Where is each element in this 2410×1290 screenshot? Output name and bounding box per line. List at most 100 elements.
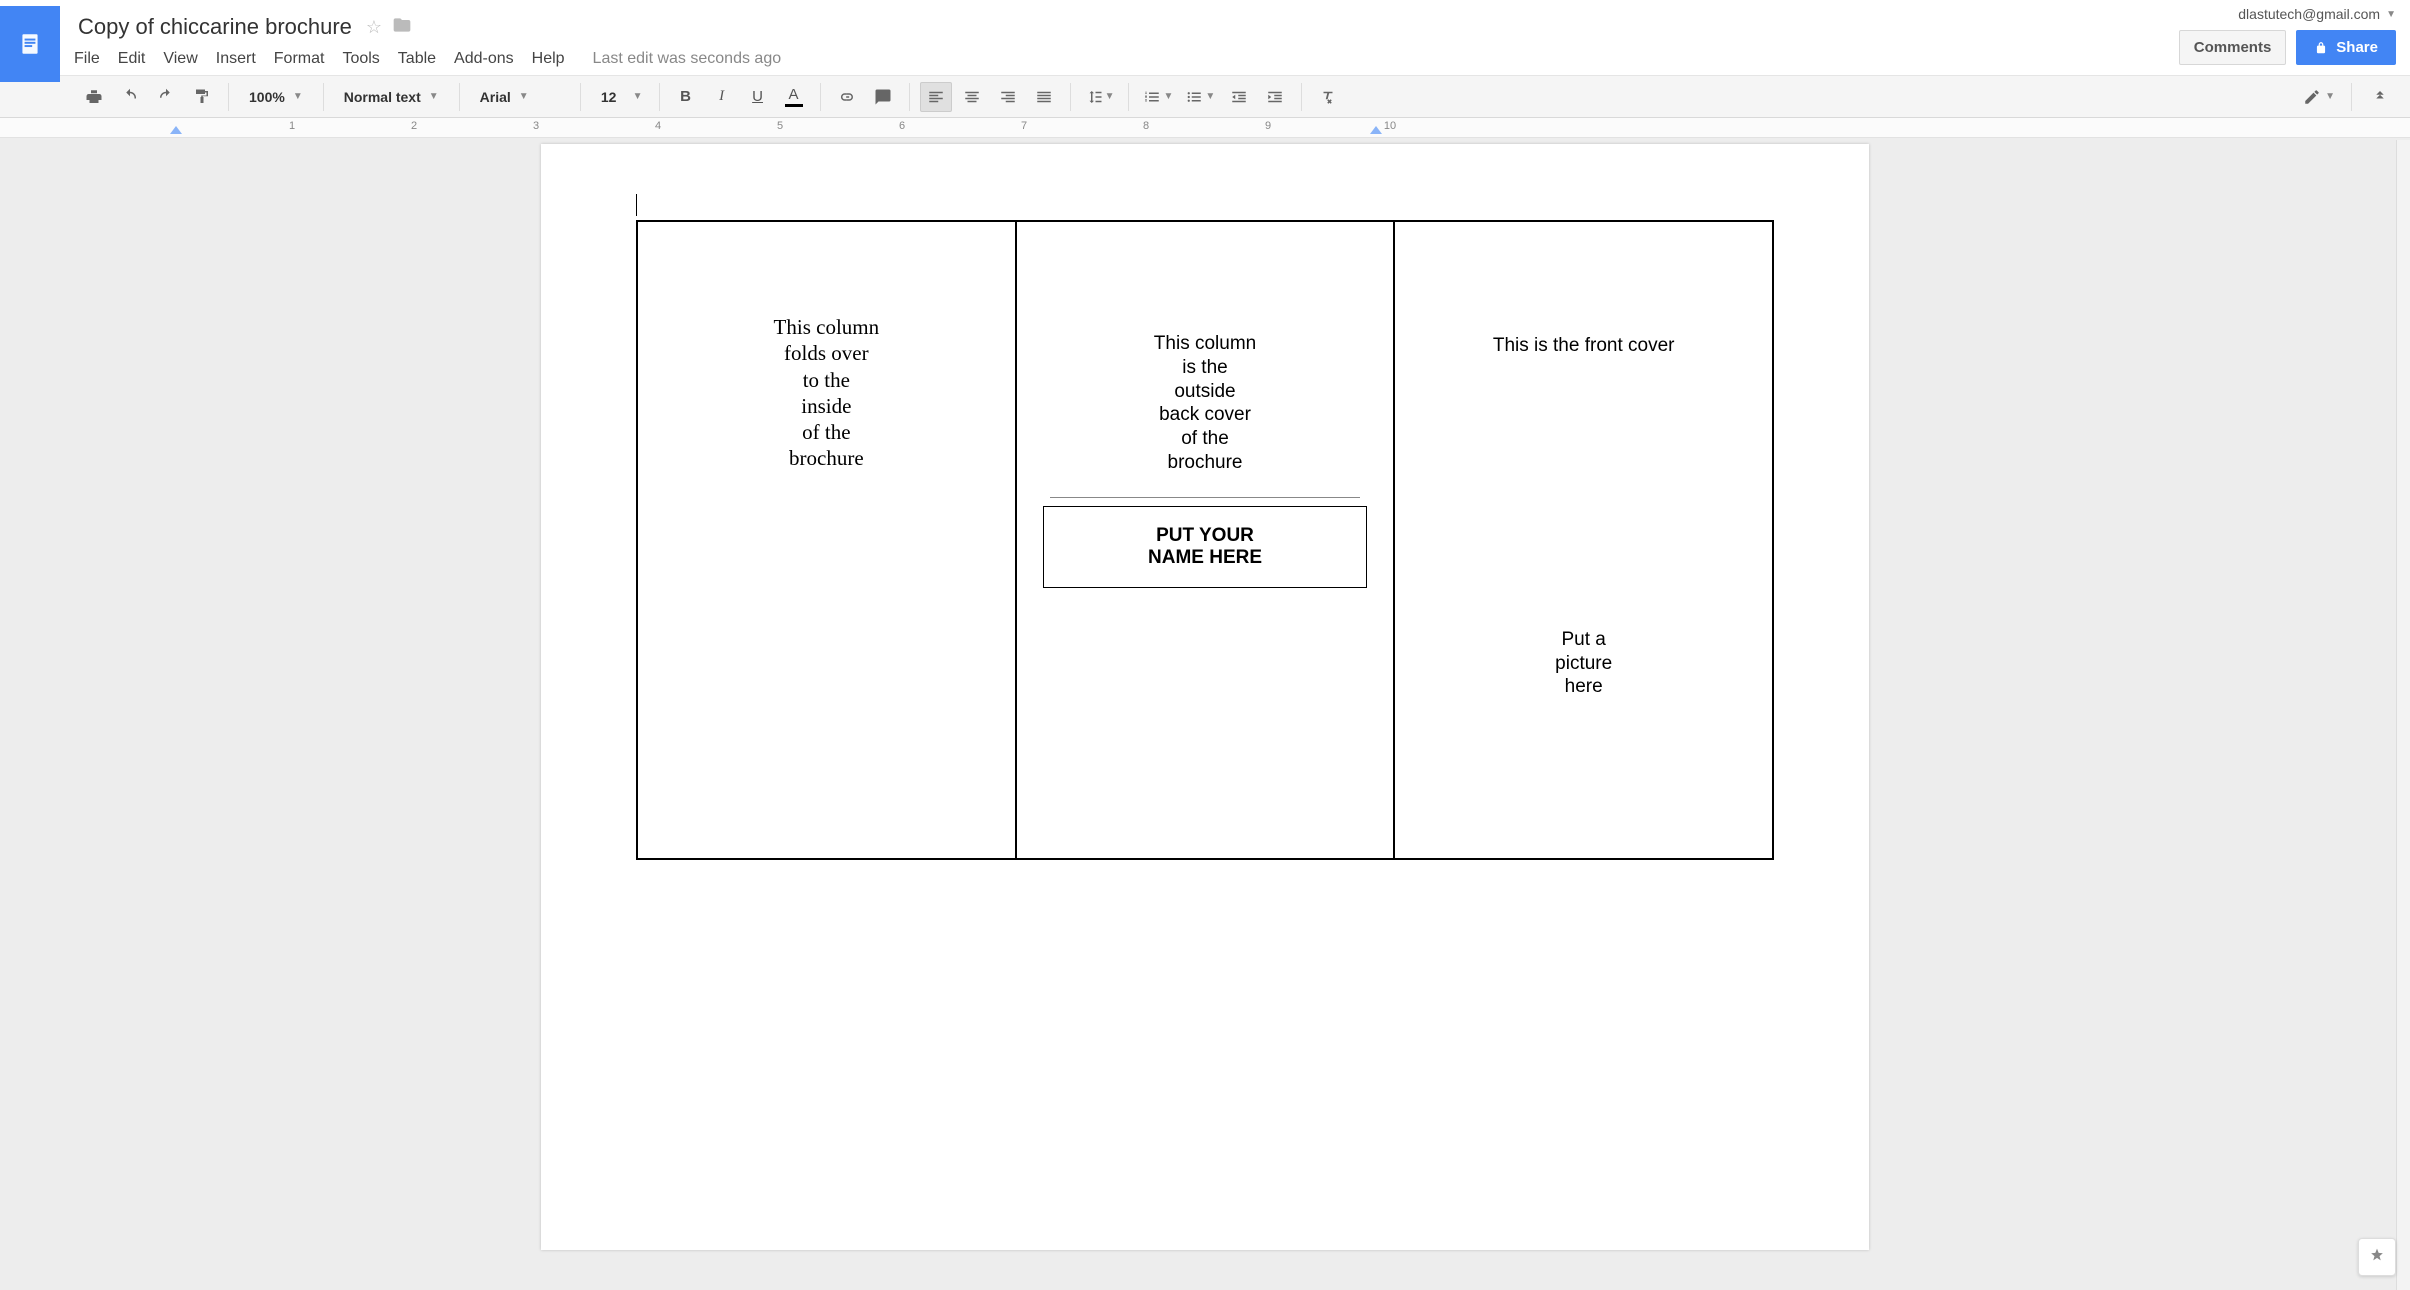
text-cursor <box>636 194 637 216</box>
redo-icon <box>157 88 175 106</box>
menu-view[interactable]: View <box>163 50 197 68</box>
share-button-label: Share <box>2336 39 2378 56</box>
redo-button[interactable] <box>150 82 182 112</box>
brochure-table[interactable]: This columnfolds overto theinsideof theb… <box>636 220 1774 860</box>
left-indent-marker[interactable] <box>170 126 182 134</box>
decrease-indent-icon <box>1230 88 1248 106</box>
underline-button[interactable]: U <box>742 82 774 112</box>
right-indent-marker[interactable] <box>1370 126 1382 134</box>
bulleted-list-icon <box>1185 88 1203 106</box>
font-size-input[interactable] <box>591 84 627 110</box>
ruler-number: 4 <box>655 120 661 132</box>
horizontal-ruler[interactable]: 12345678910 <box>0 118 2410 138</box>
menu-insert[interactable]: Insert <box>216 50 256 68</box>
col1-text[interactable]: This columnfolds overto theinsideof theb… <box>774 314 880 472</box>
align-right-button[interactable] <box>992 82 1024 112</box>
undo-icon <box>121 88 139 106</box>
text-color-button[interactable]: A <box>778 82 810 112</box>
caret-down-icon: ▼ <box>429 91 439 102</box>
caret-down-icon: ▼ <box>627 91 649 102</box>
caret-down-icon: ▼ <box>293 91 303 102</box>
ruler-number: 2 <box>411 120 417 132</box>
account-menu[interactable]: dlastutech@gmail.com ▼ <box>2238 6 2396 22</box>
line-spacing-icon <box>1085 88 1103 106</box>
col2-text[interactable]: This columnis theoutsideback coverof the… <box>1154 332 1256 475</box>
align-justify-icon <box>1035 88 1053 106</box>
explore-button[interactable] <box>2358 1238 2396 1276</box>
menu-help[interactable]: Help <box>532 50 565 68</box>
account-email-text: dlastutech@gmail.com <box>2238 6 2380 22</box>
caret-down-icon: ▼ <box>2386 9 2396 20</box>
caret-down-icon: ▼ <box>1163 91 1173 102</box>
menu-edit[interactable]: Edit <box>118 50 146 68</box>
vertical-scrollbar[interactable] <box>2396 140 2410 1290</box>
col3-title[interactable]: This is the front cover <box>1493 334 1675 358</box>
italic-button[interactable]: I <box>706 82 738 112</box>
move-to-folder-icon[interactable] <box>392 15 412 40</box>
chevron-up-icon <box>2371 88 2389 106</box>
ruler-number: 9 <box>1265 120 1271 132</box>
menu-table[interactable]: Table <box>398 50 436 68</box>
document-canvas[interactable]: This columnfolds overto theinsideof theb… <box>0 138 2410 1290</box>
bold-button[interactable]: B <box>670 82 702 112</box>
horizontal-rule <box>1050 497 1360 498</box>
paragraph-style-select[interactable]: Normal text ▼ <box>334 82 449 112</box>
font-size-control[interactable]: ▼ <box>591 84 649 110</box>
menu-format[interactable]: Format <box>274 50 325 68</box>
star-icon[interactable]: ☆ <box>366 17 382 38</box>
zoom-value: 100% <box>249 89 285 105</box>
menu-tools[interactable]: Tools <box>342 50 379 68</box>
text-color-icon: A <box>789 86 799 103</box>
share-button[interactable]: Share <box>2296 30 2396 65</box>
ruler-number: 10 <box>1384 120 1396 132</box>
undo-button[interactable] <box>114 82 146 112</box>
ruler-number: 8 <box>1143 120 1149 132</box>
align-right-icon <box>999 88 1017 106</box>
collapse-toolbar-button[interactable] <box>2364 82 2396 112</box>
underline-icon: U <box>752 88 763 105</box>
editing-mode-button[interactable]: ▼ <box>2299 82 2339 112</box>
docs-icon <box>17 28 43 60</box>
numbered-list-button[interactable]: ▼ <box>1139 82 1177 112</box>
ruler-number: 1 <box>289 120 295 132</box>
print-button[interactable] <box>78 82 110 112</box>
col3-picture-text[interactable]: Put apicturehere <box>1555 628 1612 699</box>
brochure-col-3[interactable]: This is the front cover Put apicturehere <box>1395 222 1772 858</box>
brochure-col-1[interactable]: This columnfolds overto theinsideof theb… <box>638 222 1017 858</box>
docs-logo[interactable] <box>0 6 60 82</box>
page[interactable]: This columnfolds overto theinsideof theb… <box>541 144 1869 1250</box>
document-title[interactable]: Copy of chiccarine brochure <box>74 12 356 42</box>
title-bar: Copy of chiccarine brochure ☆ File Edit … <box>0 0 2410 76</box>
zoom-select[interactable]: 100% ▼ <box>239 82 313 112</box>
decrease-indent-button[interactable] <box>1223 82 1255 112</box>
bold-icon: B <box>680 88 691 105</box>
pencil-icon <box>2303 88 2321 106</box>
last-edit-text[interactable]: Last edit was seconds ago <box>593 50 782 68</box>
comments-button[interactable]: Comments <box>2179 30 2287 65</box>
paragraph-style-value: Normal text <box>344 89 421 105</box>
name-box[interactable]: PUT YOURNAME HERE <box>1043 506 1367 588</box>
lock-icon <box>2314 41 2328 55</box>
bulleted-list-button[interactable]: ▼ <box>1181 82 1219 112</box>
toolbar: 100%▼ Normal text▼ Arial▼ ▼ B I U A ▼ ▼ … <box>0 76 2410 118</box>
caret-down-icon: ▼ <box>1205 91 1215 102</box>
menu-addons[interactable]: Add-ons <box>454 50 514 68</box>
insert-link-button[interactable] <box>831 82 863 112</box>
increase-indent-button[interactable] <box>1259 82 1291 112</box>
caret-down-icon: ▼ <box>1105 91 1115 102</box>
insert-comment-button[interactable] <box>867 82 899 112</box>
align-left-button[interactable] <box>920 82 952 112</box>
align-justify-button[interactable] <box>1028 82 1060 112</box>
link-icon <box>838 88 856 106</box>
font-select[interactable]: Arial▼ <box>470 82 570 112</box>
line-spacing-button[interactable]: ▼ <box>1081 82 1119 112</box>
italic-icon: I <box>719 88 724 105</box>
paint-roller-icon <box>193 88 211 106</box>
brochure-col-2[interactable]: This columnis theoutsideback coverof the… <box>1017 222 1396 858</box>
clear-formatting-button[interactable] <box>1312 82 1344 112</box>
menu-file[interactable]: File <box>74 50 100 68</box>
ruler-number: 5 <box>777 120 783 132</box>
comment-icon <box>874 88 892 106</box>
paint-format-button[interactable] <box>186 82 218 112</box>
align-center-button[interactable] <box>956 82 988 112</box>
